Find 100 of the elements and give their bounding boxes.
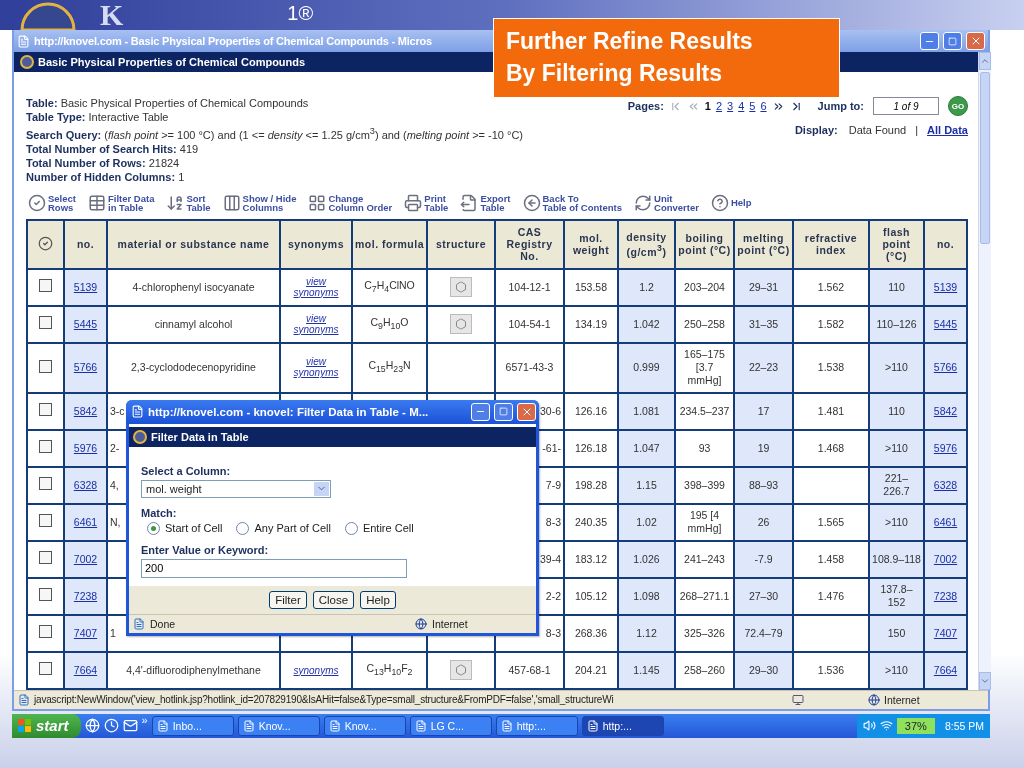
row-number-link[interactable]: 7002 [73, 552, 98, 565]
taskbar-button[interactable]: http:... [581, 715, 664, 736]
row-number-link[interactable]: 7407 [933, 626, 958, 639]
taskbar-button[interactable]: LG C... [409, 715, 492, 736]
clock-icon[interactable] [103, 718, 119, 734]
page-link[interactable]: 4 [738, 100, 745, 112]
speaker-icon[interactable] [862, 719, 876, 733]
toolbar-button[interactable]: Sort Table [166, 193, 211, 213]
row-number-link[interactable]: 5139 [73, 280, 98, 293]
row-number-link[interactable]: 5976 [73, 441, 98, 454]
display-label: Display: [794, 124, 838, 136]
row-number-link[interactable]: 6461 [933, 515, 958, 528]
row-number-link[interactable]: 5842 [73, 404, 98, 417]
value-field[interactable]: 200 [141, 558, 407, 578]
column-header: mol. weight [564, 219, 618, 269]
row-number-link[interactable]: 5766 [933, 361, 958, 374]
row-number-link[interactable]: 5766 [73, 361, 98, 374]
page-link[interactable]: 1 [704, 100, 711, 112]
display-option[interactable]: All Data [927, 124, 968, 136]
page-link[interactable]: 5 [749, 100, 756, 112]
row-number-link[interactable]: 5445 [933, 317, 958, 330]
toolbar-button[interactable]: Export Table [460, 193, 511, 213]
row-number-link[interactable]: 5445 [73, 317, 98, 330]
toolbar-button[interactable]: Show / Hide Columns [222, 193, 297, 213]
maximize-button[interactable] [943, 32, 962, 50]
row-checkbox[interactable] [39, 514, 52, 528]
row-number-link[interactable]: 7407 [73, 626, 98, 639]
taskbar-button[interactable]: Inbo... [151, 715, 234, 736]
toolbar-button[interactable]: Back To Table of Contents [522, 193, 623, 213]
minimize-button[interactable] [920, 32, 939, 50]
go-button[interactable]: GO [948, 96, 968, 116]
scroll-up-icon[interactable] [980, 56, 990, 66]
globe-icon[interactable] [84, 718, 100, 734]
toolbar-button[interactable]: Change Column Order [308, 193, 393, 213]
row-number-link[interactable]: 5976 [933, 441, 958, 454]
row-number-link[interactable]: 7002 [933, 552, 958, 565]
battery-meter[interactable]: 37% [896, 717, 935, 734]
page-link[interactable]: 3 [727, 100, 734, 112]
row-checkbox[interactable] [39, 662, 52, 676]
row-number-link[interactable]: 7238 [933, 589, 958, 602]
toolbar-button[interactable]: Select Rows [28, 193, 76, 213]
display-option[interactable]: Data Found [848, 124, 907, 136]
toolbar-button[interactable]: Help [710, 194, 752, 213]
page-link[interactable]: 6 [760, 100, 767, 112]
dialog-button[interactable]: Help [360, 590, 396, 609]
zone-text: Internet [432, 617, 469, 630]
taskbar-button[interactable]: http:... [495, 715, 578, 736]
row-checkbox[interactable] [39, 403, 52, 417]
structure-button[interactable] [450, 314, 472, 335]
more-text[interactable]: » [141, 713, 148, 726]
table-cell: 250–258 [675, 305, 734, 343]
taskbar-button[interactable]: Knov... [323, 715, 406, 736]
select-all-icon[interactable] [38, 235, 53, 251]
table-cell: 2,3-cyclododecenopyridine [107, 342, 280, 393]
column-select[interactable]: mol. weight [141, 479, 331, 498]
jump-field[interactable]: 1 of 9 [873, 97, 939, 115]
structure-button[interactable] [450, 660, 472, 681]
minimize-button[interactable] [471, 402, 490, 421]
row-checkbox[interactable] [39, 440, 52, 454]
row-number-link[interactable]: 5842 [933, 404, 958, 417]
toolbar-button[interactable]: Filter Data in Table [88, 193, 155, 213]
value-label: Enter Value or Keyword: [141, 543, 270, 556]
row-checkbox[interactable] [39, 477, 52, 491]
close-button[interactable] [966, 32, 985, 50]
toolbar-button[interactable]: Unit Converter [634, 193, 699, 213]
dialog-heading: Filter Data in Table [151, 430, 249, 443]
table-cell: 195 [4 mmHg] [675, 503, 734, 541]
window-title: http://knovel.com - Basic Physical Properties of Chemical Compounds - Micros [34, 35, 432, 47]
dialog-button[interactable]: Close [312, 590, 355, 609]
row-checkbox[interactable] [39, 359, 52, 373]
mail-icon[interactable] [122, 718, 138, 734]
scrollbar[interactable] [978, 52, 991, 690]
table-cell: -7.9 [734, 540, 793, 578]
toolbar-button[interactable]: Print Table [404, 193, 449, 213]
window-icon [500, 719, 513, 732]
radio-button[interactable] [236, 521, 250, 535]
table-cell: 457-68-1 [495, 651, 564, 689]
row-checkbox[interactable] [39, 625, 52, 639]
row-number-link[interactable]: 6328 [73, 478, 98, 491]
scroll-thumb[interactable] [980, 72, 990, 244]
row-number-link[interactable]: 7664 [73, 663, 98, 676]
dialog-button[interactable]: Filter [269, 590, 307, 609]
row-number-link[interactable]: 6328 [933, 478, 958, 491]
row-number-link[interactable]: 7664 [933, 663, 958, 676]
radio-button[interactable] [344, 521, 358, 535]
row-number-link[interactable]: 6461 [73, 515, 98, 528]
row-number-link[interactable]: 5139 [933, 280, 958, 293]
page-link[interactable]: 2 [715, 100, 723, 112]
taskbar-button[interactable]: Knov... [237, 715, 320, 736]
row-number-link[interactable]: 7238 [73, 589, 98, 602]
row-checkbox[interactable] [39, 279, 52, 293]
wifi-icon[interactable] [879, 719, 893, 733]
table-cell: 198.28 [564, 466, 618, 504]
close-button[interactable] [517, 402, 536, 421]
row-checkbox[interactable] [39, 551, 52, 565]
maximize-button[interactable] [494, 402, 513, 421]
radio-button[interactable] [147, 521, 160, 535]
structure-button[interactable] [450, 277, 472, 298]
row-checkbox[interactable] [39, 588, 52, 602]
row-checkbox[interactable] [39, 316, 52, 330]
